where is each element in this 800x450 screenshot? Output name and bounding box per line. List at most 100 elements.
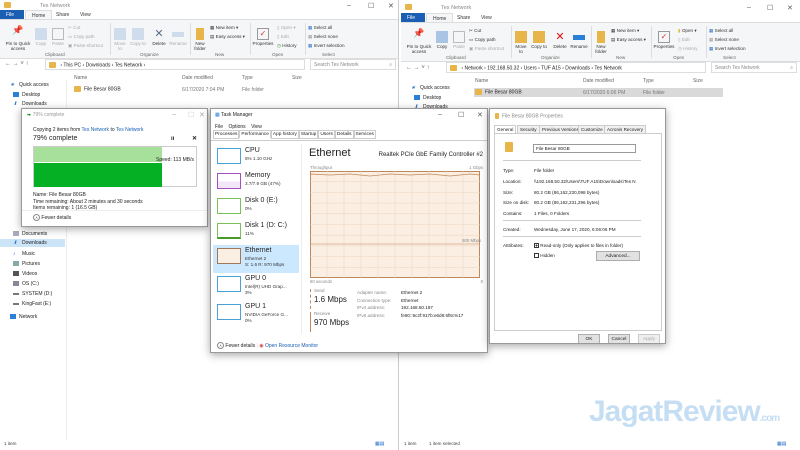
- paste-button[interactable]: Paste: [451, 31, 467, 49]
- column-type[interactable]: Type: [643, 78, 654, 84]
- sidebar-kingfast-e[interactable]: KingFast (E:): [13, 301, 51, 307]
- advanced-button[interactable]: Advanced...: [596, 251, 640, 261]
- tab-share[interactable]: Share: [50, 10, 75, 19]
- copy-button[interactable]: Copy: [33, 28, 49, 46]
- invert-selection-button[interactable]: ▦ Invert selection: [308, 43, 345, 49]
- column-type[interactable]: Type: [242, 75, 253, 81]
- sidebar-music[interactable]: ♪ Music: [13, 251, 35, 257]
- nav-buttons[interactable]: ← → ˅ ↑: [406, 65, 430, 71]
- ok-button[interactable]: OK: [578, 334, 600, 343]
- new-item-button[interactable]: ▦ New item ▾: [210, 25, 238, 31]
- cut-button[interactable]: ✂ Cut: [469, 28, 481, 34]
- column-date[interactable]: Date modified: [583, 78, 614, 84]
- breadcrumb-item[interactable]: Tes Network: [115, 62, 143, 68]
- tab-view[interactable]: View: [475, 13, 498, 22]
- address-bar[interactable]: › This PC › Downloads › Tes Network ›: [45, 59, 305, 70]
- sidebar-desktop[interactable]: Desktop: [414, 95, 441, 101]
- paste-shortcut-button[interactable]: ▣ Paste shortcut: [68, 43, 103, 49]
- perf-item-gpu1[interactable]: GPU 1 NVIDIA GeForce G... 0%: [213, 301, 299, 329]
- cut-button[interactable]: ✂ Cut: [68, 25, 80, 31]
- edit-button[interactable]: ▯ Edit: [678, 37, 690, 43]
- maximize-button[interactable]: ☐: [458, 111, 464, 119]
- select-all-button[interactable]: ▦ Select all: [709, 28, 733, 34]
- nav-buttons[interactable]: ← → ˅ ↑: [5, 61, 29, 67]
- delete-button[interactable]: ✕ Delete: [150, 28, 168, 46]
- column-name[interactable]: Name: [475, 78, 488, 84]
- edit-button[interactable]: ▯ Edit: [277, 34, 289, 40]
- view-toggle-icons[interactable]: ▦▤: [777, 441, 786, 447]
- tab-app-history[interactable]: App history: [270, 130, 299, 139]
- copy-to-button[interactable]: Copy to: [531, 31, 547, 49]
- readonly-checkbox[interactable]: Read-only (Only applies to files in fold…: [534, 243, 623, 249]
- source-link[interactable]: Tes Network: [82, 127, 110, 133]
- sidebar-videos[interactable]: Videos: [13, 271, 37, 277]
- perf-item-memory[interactable]: Memory 3.7/7.9 GB (47%): [213, 170, 299, 198]
- select-none-button[interactable]: ▦ Select none: [709, 37, 739, 43]
- view-toggle-icons[interactable]: ▦▤: [375, 441, 384, 447]
- perf-item-gpu0[interactable]: GPU 0 Intel(R) UHD Grap... 3%: [213, 273, 299, 301]
- sidebar-system-d[interactable]: SYSTEM (D:): [13, 291, 52, 297]
- sidebar-quick-access[interactable]: ★ Quick access: [411, 85, 450, 91]
- minimize-button[interactable]: –: [347, 2, 351, 9]
- perf-item-disk0[interactable]: Disk 0 (E:) 0%: [213, 195, 299, 223]
- paste-shortcut-button[interactable]: ▣ Paste shortcut: [469, 46, 504, 52]
- breadcrumb-item[interactable]: This PC: [63, 62, 81, 68]
- close-button[interactable]: ✕: [199, 111, 205, 119]
- tab-users[interactable]: Users: [318, 130, 335, 139]
- properties-button[interactable]: ✓ Properties: [251, 28, 275, 46]
- breadcrumb-item[interactable]: TUF A15: [541, 65, 561, 71]
- tab-services[interactable]: Services: [353, 130, 376, 139]
- tab-processes[interactable]: Processes: [213, 130, 240, 139]
- paste-button[interactable]: Paste: [50, 28, 66, 46]
- perf-item-ethernet-selected[interactable]: Ethernet Ethernet 2 S: 1.6 R: 970 Mbps: [213, 245, 299, 273]
- tab-home[interactable]: Home: [426, 13, 454, 22]
- copy-path-button[interactable]: ▭ Copy path: [469, 37, 496, 43]
- tab-view[interactable]: View: [74, 10, 97, 19]
- open-resource-monitor-link[interactable]: ◉ Open Resource Monitor: [259, 343, 318, 349]
- tab-file[interactable]: File: [401, 13, 425, 22]
- tab-startup[interactable]: Startup: [298, 130, 319, 139]
- sidebar-desktop[interactable]: Desktop: [13, 92, 40, 98]
- select-all-button[interactable]: ▦ Select all: [308, 25, 332, 31]
- tab-performance[interactable]: Performance: [239, 130, 271, 138]
- open-button[interactable]: ▯ Open ▾: [277, 25, 296, 31]
- perf-item-cpu[interactable]: CPU 5% 1.10 GHz: [213, 145, 299, 173]
- pin-quick-access-button[interactable]: 📌 Pin to Quick access: [403, 29, 435, 55]
- column-size[interactable]: Size: [693, 78, 703, 84]
- breadcrumb-item[interactable]: Tes Network: [594, 65, 622, 71]
- column-date[interactable]: Date modified: [182, 75, 213, 81]
- move-to-button[interactable]: Move to: [112, 28, 128, 51]
- minimize-button[interactable]: –: [438, 111, 442, 118]
- new-folder-button[interactable]: New folder: [192, 28, 208, 51]
- minimize-button[interactable]: –: [172, 111, 176, 118]
- close-button[interactable]: ✕: [388, 2, 394, 10]
- maximize-button[interactable]: ☐: [188, 111, 194, 119]
- breadcrumb-item[interactable]: Downloads: [565, 65, 590, 71]
- apply-button[interactable]: Apply: [638, 334, 660, 343]
- breadcrumb-item[interactable]: Network: [464, 65, 482, 71]
- sidebar-documents[interactable]: Documents: [13, 231, 47, 237]
- tab-home[interactable]: Home: [25, 10, 53, 19]
- copy-path-button[interactable]: ▭ Copy path: [68, 34, 95, 40]
- search-input[interactable]: Search Tes Network ⌕: [310, 59, 396, 70]
- pin-quick-access-button[interactable]: 📌 Pin to Quick access: [2, 26, 34, 52]
- new-item-button[interactable]: ▦ New item ▾: [611, 28, 639, 34]
- invert-selection-button[interactable]: ▦ Invert selection: [709, 46, 746, 52]
- perf-item-disk1[interactable]: Disk 1 (D: C:) 11%: [213, 220, 299, 248]
- easy-access-button[interactable]: ▤ Easy access ▾: [611, 37, 646, 43]
- destination-link[interactable]: Tes Network: [116, 127, 144, 133]
- properties-button[interactable]: ✓ Properties: [652, 31, 676, 49]
- open-button[interactable]: ▮ Open ▾: [678, 28, 697, 34]
- select-none-button[interactable]: ▦ Select none: [308, 34, 338, 40]
- hidden-checkbox[interactable]: Hidden: [534, 253, 555, 259]
- breadcrumb-item[interactable]: Downloads: [86, 62, 111, 68]
- folder-name-input[interactable]: File Besar 80GB: [533, 144, 636, 153]
- fewer-details-button[interactable]: ˄ Fewer details: [217, 342, 255, 349]
- address-bar[interactable]: › Network › 192.168.50.32 › Users › TUF …: [446, 62, 706, 73]
- cancel-button[interactable]: Cancel: [608, 334, 630, 343]
- column-name[interactable]: Name: [74, 75, 87, 81]
- delete-button[interactable]: ✕ Delete: [551, 31, 569, 49]
- maximize-button[interactable]: ☐: [368, 2, 374, 10]
- search-input[interactable]: Search Tes Network ⌕: [711, 62, 797, 73]
- sidebar-downloads-selected[interactable]: ⬇ Downloads: [0, 239, 65, 247]
